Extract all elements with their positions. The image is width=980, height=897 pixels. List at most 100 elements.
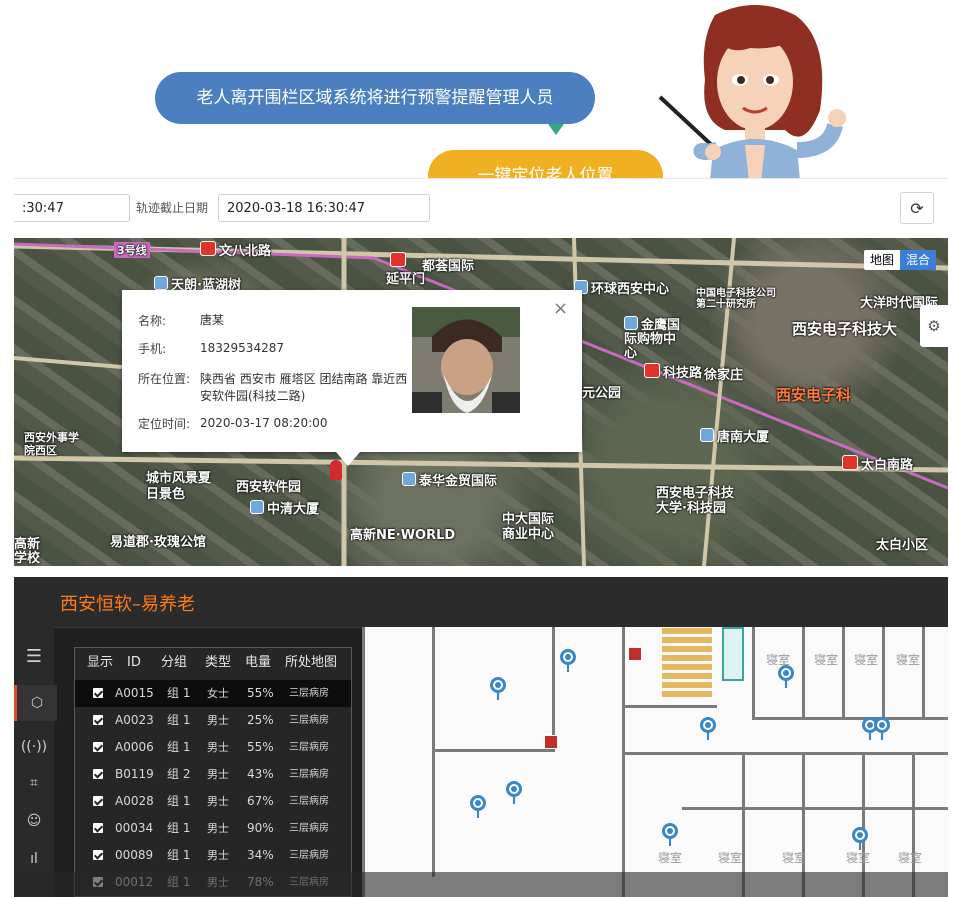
table-row[interactable]: A0028 组 1 男士 67% 三层病房: [75, 788, 351, 815]
location-pin-icon[interactable]: [506, 781, 522, 804]
table-row[interactable]: A0006 组 1 男士 55% 三层病房: [75, 734, 351, 761]
map-label: 城市风景夏日景色: [146, 471, 212, 502]
elder-location-marker[interactable]: [330, 460, 342, 480]
location-pin-icon[interactable]: [560, 649, 576, 672]
cell-battery: 55%: [247, 740, 274, 754]
location-value: 陕西省 西安市 雁塔区 团结南路 靠近西安软件园(科技二路): [200, 372, 408, 403]
person-icon[interactable]: ☺: [14, 803, 54, 839]
location-pin-icon[interactable]: [662, 823, 678, 846]
room-label: 寝室: [658, 851, 683, 865]
cell-group: 组 1: [167, 713, 191, 727]
show-checkbox[interactable]: [93, 742, 103, 752]
room-label: 寝室: [782, 851, 807, 865]
location-pin-icon[interactable]: [852, 827, 868, 850]
location-pin-icon[interactable]: [490, 677, 506, 700]
map-label: 徐家庄: [704, 368, 744, 383]
show-checkbox[interactable]: [93, 769, 103, 779]
fence-icon[interactable]: ⌗: [14, 765, 54, 801]
cell-id: 00089: [115, 848, 154, 862]
room-label: 寝室: [814, 653, 839, 667]
cell-type: 男士: [207, 714, 229, 727]
map-label: 文八北路: [200, 240, 271, 259]
show-checkbox[interactable]: [93, 688, 103, 698]
map-label: 唐南大厦: [700, 426, 769, 445]
cell-type: 男士: [207, 849, 229, 862]
fence-warning-callout: 老人离开围栏区域系统将进行预警提醒管理人员: [155, 72, 595, 124]
alarm-icon[interactable]: [544, 735, 558, 749]
phone-value: 18329534287: [200, 341, 284, 355]
map-label: 环球西安中心: [574, 278, 669, 297]
show-checkbox[interactable]: [93, 796, 103, 806]
cell-map: 三层病房: [289, 823, 329, 834]
map-type-map[interactable]: 地图: [864, 250, 900, 270]
room-label: 寝室: [854, 653, 879, 667]
refresh-icon: ⟳: [910, 199, 924, 218]
phone-label: 手机:: [138, 342, 167, 356]
cell-battery: 43%: [247, 767, 274, 781]
tag-icon[interactable]: ⬡: [14, 685, 57, 721]
location-label: 所在位置:: [138, 372, 191, 386]
room-label: 寝室: [898, 851, 923, 865]
name-label: 名称:: [138, 314, 167, 328]
map-label: 延平门: [386, 272, 426, 287]
col-group: 分组: [161, 655, 188, 670]
map-label: 都荟国际: [422, 259, 475, 274]
app-title: 西安恒软–易养老: [60, 594, 195, 615]
map-label: 高新学校: [14, 537, 41, 566]
map-label: 西安电子科: [776, 386, 852, 404]
map-type-hybrid[interactable]: 混合: [900, 250, 937, 270]
close-icon[interactable]: ×: [553, 298, 568, 319]
room-label: 寝室: [896, 653, 921, 667]
time-value: 2020-03-17 08:20:00: [200, 416, 328, 430]
table-row[interactable]: A0015 组 1 女士 55% 三层病房: [75, 680, 351, 707]
table-row[interactable]: B0119 组 2 男士 43% 三层病房: [75, 761, 351, 788]
map-label: 中国电子科技公司第二十研究所: [696, 288, 776, 310]
cell-map: 三层病房: [289, 850, 329, 861]
map-label: 易道郡·玫瑰公馆: [110, 535, 206, 550]
bottom-overlay: [14, 872, 948, 897]
signal-icon[interactable]: ((·)): [14, 729, 54, 765]
location-pin-icon[interactable]: [874, 717, 890, 740]
col-battery: 电量: [245, 655, 272, 670]
app-header: 西安恒软–易养老: [14, 577, 948, 628]
map-settings-button[interactable]: ⚙: [920, 305, 948, 347]
location-pin-icon[interactable]: [700, 717, 716, 740]
map-label: 泰华金贸国际: [402, 470, 497, 489]
cell-id: A0028: [115, 794, 154, 808]
show-checkbox[interactable]: [93, 823, 103, 833]
elder-photo: [412, 307, 520, 413]
map-label: 高新NE·WORLD: [350, 528, 456, 543]
location-pin-icon[interactable]: [778, 665, 794, 688]
table-row[interactable]: A0023 组 1 男士 25% 三层病房: [75, 707, 351, 734]
col-id: ID: [127, 655, 141, 670]
show-checkbox[interactable]: [93, 850, 103, 860]
map-label: 太白南路: [842, 454, 913, 473]
side-rail: ☰ ⬡ ((·)) ⌗ ☺ ıl: [14, 627, 57, 897]
location-popup: × 名称: 唐某 手机: 18329534287 所在位置: 陕西省 西安市 雁塔区 …: [122, 290, 582, 452]
end-date-input[interactable]: 2020-03-18 16:30:47: [218, 194, 430, 222]
map-label: 太白小区: [876, 538, 929, 553]
floor-plan[interactable]: 寝室 寝室 寝室 寝室 寝室 寝室 寝室 寝室 寝室: [362, 627, 948, 897]
cell-battery: 67%: [247, 794, 274, 808]
map-label: 元公园: [582, 386, 622, 401]
refresh-button[interactable]: ⟳: [900, 192, 934, 224]
cell-battery: 34%: [247, 848, 274, 862]
table-row[interactable]: 00089 组 1 男士 34% 三层病房: [75, 842, 351, 869]
room-label: 寝室: [846, 851, 871, 865]
map-type-toggle[interactable]: 地图 混合: [864, 250, 937, 270]
start-date-input[interactable]: :30:47: [14, 194, 130, 222]
cell-battery: 90%: [247, 821, 274, 835]
cell-battery: 25%: [247, 713, 274, 727]
map-label: 中大国际商业中心: [502, 512, 555, 542]
cell-group: 组 1: [167, 740, 191, 754]
location-pin-icon[interactable]: [470, 795, 486, 818]
alarm-icon[interactable]: [628, 647, 642, 661]
show-checkbox[interactable]: [93, 715, 103, 725]
cell-map: 三层病房: [289, 742, 329, 753]
menu-icon[interactable]: ☰: [14, 639, 54, 675]
cell-map: 三层病房: [289, 796, 329, 807]
map-label: 西安电子科技大: [792, 320, 898, 338]
table-row[interactable]: 00034 组 1 男士 90% 三层病房: [75, 815, 351, 842]
device-table: 显示 ID 分组 类型 电量 所处地图 A0015 组 1 女士 55% 三层病房 A00…: [74, 647, 352, 897]
col-map: 所处地图: [285, 655, 338, 670]
